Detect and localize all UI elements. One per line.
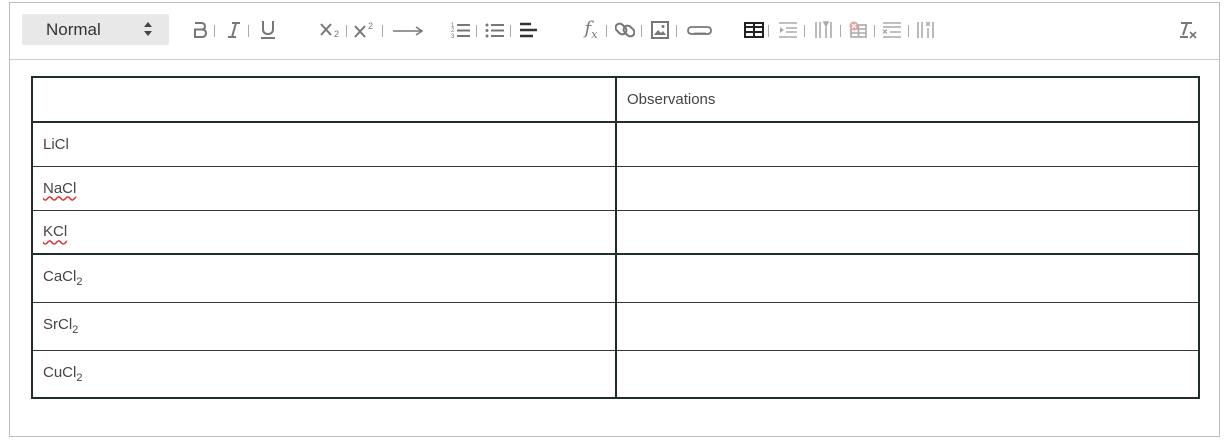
table-row: LiCl	[31, 121, 1200, 167]
svg-text:2: 2	[368, 21, 373, 31]
ordered-list-button[interactable]: 1 2 3	[450, 16, 472, 44]
insert-column-icon	[815, 21, 832, 38]
insert-column-button[interactable]	[812, 16, 836, 44]
subscript: 2	[76, 276, 83, 289]
bullet-list-icon	[485, 23, 504, 38]
image-icon	[651, 21, 669, 39]
subscript-icon: 2	[320, 23, 339, 39]
format-select-value: Normal	[46, 19, 101, 39]
table-row: SrCl2	[31, 301, 1200, 351]
insert-row-button[interactable]	[776, 16, 800, 44]
observation-cell[interactable]	[615, 209, 1200, 255]
bold-icon	[194, 22, 207, 38]
subscript: 2	[72, 324, 79, 336]
observation-cell[interactable]	[615, 253, 1200, 303]
rich-text-editor: Normal 2 2 1 2 3 fx Observations LiCl Na…	[9, 2, 1220, 437]
compound-formula: CaCl	[43, 268, 77, 286]
delete-column-icon	[917, 21, 934, 38]
clear-format-icon	[1180, 22, 1197, 39]
updown-arrows-icon	[144, 22, 152, 36]
underline-button[interactable]	[258, 16, 278, 44]
table-row: CaCl2	[31, 253, 1200, 303]
superscript-icon: 2	[354, 21, 373, 38]
table-icon	[744, 22, 764, 38]
image-button[interactable]	[648, 16, 672, 44]
underline-icon	[261, 21, 275, 39]
observation-cell[interactable]	[615, 165, 1200, 211]
compound-cell[interactable]: CuCl2	[31, 349, 617, 399]
editor-content[interactable]: Observations LiCl NaCl KCl CaCl2 SrCl2 C…	[31, 76, 1200, 399]
delete-table-button[interactable]	[846, 16, 870, 44]
compound-cell[interactable]: KCl	[31, 209, 617, 255]
table-header-row: Observations	[31, 76, 1200, 123]
link-icon	[615, 22, 635, 38]
delete-row-icon	[882, 22, 901, 38]
editor-toolbar: Normal 2 2 1 2 3 fx	[10, 3, 1219, 60]
bold-button[interactable]	[190, 16, 210, 44]
arrow-right-icon	[393, 26, 424, 36]
compound-cell[interactable]: SrCl2	[31, 301, 617, 351]
delete-column-button[interactable]	[914, 16, 938, 44]
compound-cell[interactable]: NaCl	[31, 165, 617, 211]
delete-row-button[interactable]	[880, 16, 904, 44]
observation-cell[interactable]	[615, 349, 1200, 399]
table-row: CuCl2	[31, 349, 1200, 399]
link-button[interactable]	[613, 16, 637, 44]
compound-formula: SrCl	[43, 316, 73, 333]
bullet-list-button[interactable]	[484, 16, 506, 44]
align-left-icon	[520, 22, 537, 38]
align-button[interactable]	[518, 16, 540, 44]
superscript-button[interactable]: 2	[352, 16, 378, 44]
subscript: 2	[76, 371, 83, 384]
italic-icon	[228, 22, 240, 38]
formula-button[interactable]: fx	[578, 16, 604, 44]
formula-icon: fx	[584, 18, 598, 41]
attachment-button[interactable]	[684, 16, 714, 44]
compound-name: KCl	[43, 223, 68, 241]
delete-table-icon	[849, 21, 867, 38]
table-row: KCl	[31, 209, 1200, 255]
observation-cell[interactable]	[615, 121, 1200, 167]
compound-cell[interactable]: CaCl2	[31, 253, 617, 303]
paperclip-icon	[687, 26, 712, 35]
observation-cell[interactable]	[615, 301, 1200, 351]
arrow-button[interactable]	[388, 16, 428, 44]
insert-row-icon	[779, 22, 797, 38]
compound-formula: CuCl	[43, 363, 77, 381]
svg-text:2: 2	[334, 29, 339, 39]
subscript-button[interactable]: 2	[318, 16, 344, 44]
italic-button[interactable]	[224, 16, 244, 44]
ordered-list-icon: 1 2 3	[451, 23, 470, 39]
table-button[interactable]	[742, 16, 766, 44]
table-header-cell[interactable]: Observations	[615, 76, 1200, 123]
table-header-cell[interactable]	[31, 76, 617, 123]
table-row: NaCl	[31, 165, 1200, 211]
format-select[interactable]: Normal	[22, 14, 169, 45]
clear-format-button[interactable]	[1176, 16, 1200, 44]
svg-text:3: 3	[451, 34, 455, 39]
observations-table: Observations LiCl NaCl KCl CaCl2 SrCl2 C…	[31, 76, 1200, 399]
compound-cell[interactable]: LiCl	[31, 121, 617, 167]
compound-name: NaCl	[43, 179, 77, 197]
